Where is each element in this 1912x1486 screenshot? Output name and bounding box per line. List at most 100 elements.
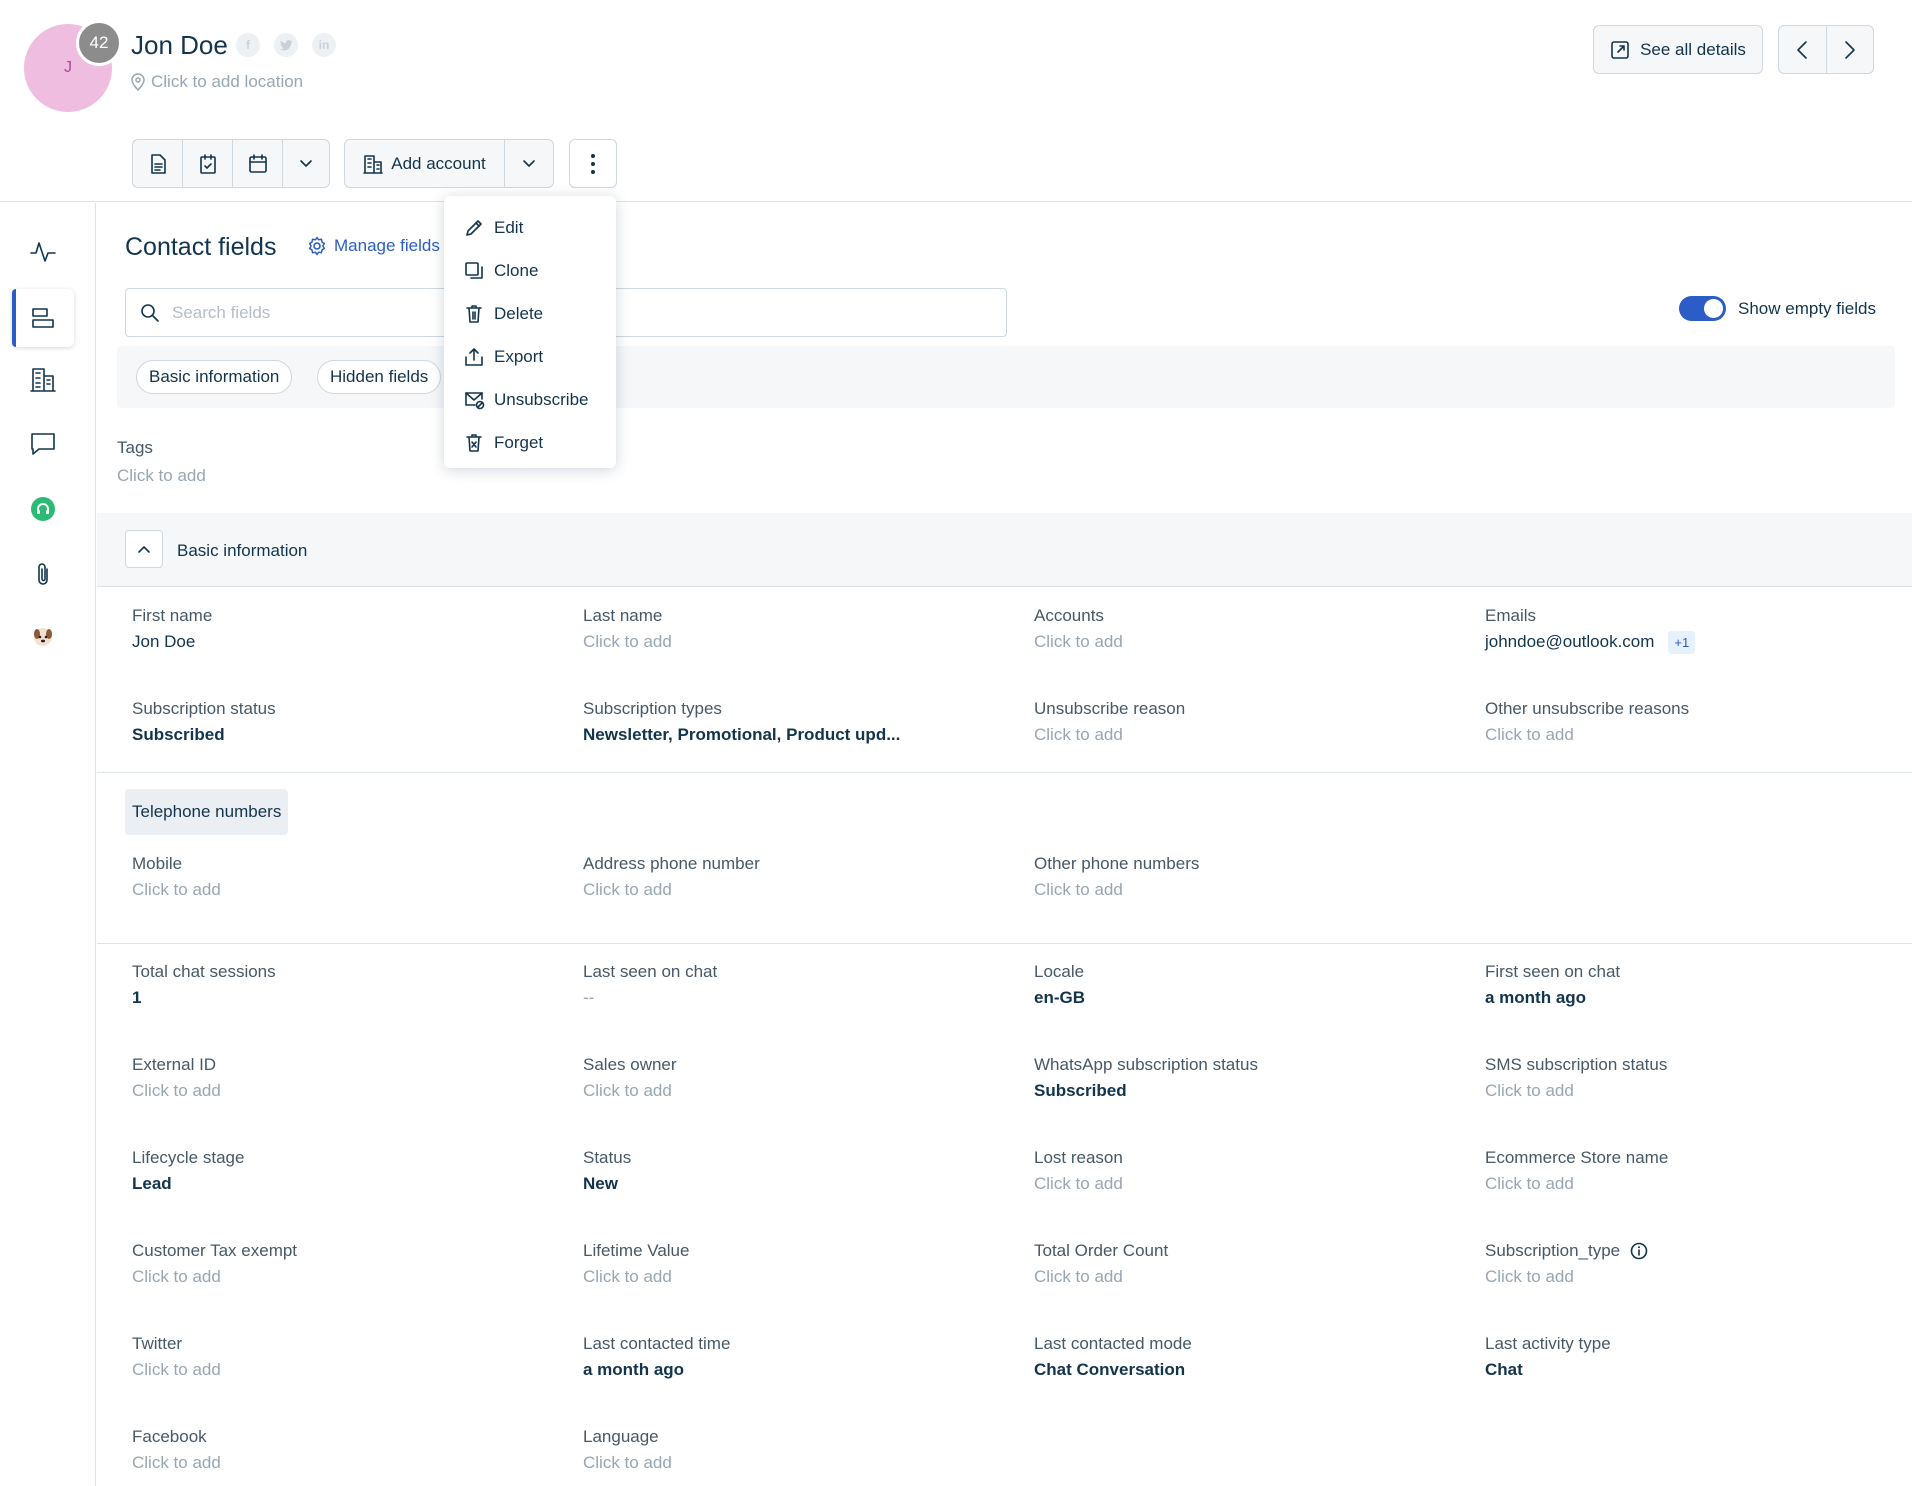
field-first-name[interactable]: First name Jon Doe [132, 605, 572, 653]
lead-score-badge[interactable]: 42 [76, 20, 122, 66]
pencil-icon [464, 218, 486, 238]
field-total-chat-sessions[interactable]: Total chat sessions 1 [132, 961, 572, 1009]
field-label: First name [132, 605, 213, 625]
field-mobile[interactable]: Mobile Click to add [132, 853, 572, 901]
more-actions-button[interactable] [569, 139, 617, 188]
field-emails[interactable]: Emails johndoe@outlook.com +1 [1485, 605, 1912, 654]
field-subscription-types[interactable]: Subscription types Newsletter, Promotion… [583, 698, 1023, 746]
field-value: a month ago [583, 1360, 685, 1379]
show-empty-fields-toggle[interactable] [1679, 296, 1726, 321]
field-customer-tax-exempt[interactable]: Customer Tax exempt Click to add [132, 1240, 572, 1288]
calendar-icon [248, 153, 268, 174]
field-value: Click to add [583, 1267, 672, 1286]
field-label: Other phone numbers [1034, 853, 1200, 873]
field-value: Lead [132, 1174, 172, 1193]
field-first-seen-on-chat[interactable]: First seen on chat a month ago [1485, 961, 1912, 1009]
field-last-contacted-time[interactable]: Last contacted time a month ago [583, 1333, 1023, 1381]
field-whatsapp-subscription-status[interactable]: WhatsApp subscription status Subscribed [1034, 1054, 1474, 1102]
field-value: en-GB [1034, 988, 1085, 1007]
contact-fields-icon[interactable] [12, 289, 74, 347]
field-accounts[interactable]: Accounts Click to add [1034, 605, 1474, 653]
add-appointment-button[interactable] [233, 140, 283, 187]
location-field[interactable]: Click to add location [131, 72, 303, 92]
menu-item-unsubscribe[interactable]: Unsubscribe [444, 378, 616, 421]
field-last-contacted-mode[interactable]: Last contacted mode Chat Conversation [1034, 1333, 1474, 1381]
manage-fields-link[interactable]: Manage fields [307, 236, 440, 256]
field-status[interactable]: Status New [583, 1147, 1023, 1195]
field-total-order-count[interactable]: Total Order Count Click to add [1034, 1240, 1474, 1288]
gear-icon [307, 236, 327, 256]
add-account-dropdown[interactable] [505, 140, 553, 187]
menu-item-edit[interactable]: Edit [444, 206, 616, 249]
conversations-icon[interactable] [12, 415, 74, 473]
menu-item-forget[interactable]: Forget [444, 421, 616, 464]
menu-item-delete[interactable]: Delete [444, 292, 616, 335]
field-last-activity-type[interactable]: Last activity type Chat [1485, 1333, 1912, 1381]
field-locale[interactable]: Locale en-GB [1034, 961, 1474, 1009]
menu-item-export[interactable]: Export [444, 335, 616, 378]
field-label: Subscription_type [1485, 1240, 1912, 1261]
field-sms-subscription-status[interactable]: SMS subscription status Click to add [1485, 1054, 1912, 1102]
manage-fields-label: Manage fields [334, 236, 440, 255]
facebook-icon[interactable]: f [236, 33, 260, 57]
chip-hidden-fields[interactable]: Hidden fields [317, 360, 442, 394]
field-last-seen-on-chat[interactable]: Last seen on chat -- [583, 961, 1023, 1009]
chevron-down-icon [299, 159, 313, 169]
contact-name[interactable]: Jon Doe [131, 30, 228, 61]
unsubscribe-icon [464, 390, 486, 410]
more-emails-badge[interactable]: +1 [1668, 630, 1696, 654]
field-ecommerce-store-name[interactable]: Ecommerce Store name Click to add [1485, 1147, 1912, 1195]
field-value: Click to add [1034, 1174, 1123, 1193]
field-value: Click to add [1485, 1174, 1574, 1193]
add-account-button[interactable]: Add account [345, 140, 505, 187]
previous-record-button[interactable] [1779, 26, 1827, 73]
field-label: Last contacted mode [1034, 1333, 1192, 1353]
menu-item-clone[interactable]: Clone [444, 249, 616, 292]
field-other-phone-numbers[interactable]: Other phone numbers Click to add [1034, 853, 1474, 901]
activity-icon[interactable] [12, 223, 74, 281]
field-value: a month ago [1485, 988, 1587, 1007]
info-icon[interactable] [1630, 1242, 1648, 1260]
see-all-details-label: See all details [1640, 39, 1746, 59]
field-value: Subscribed [1034, 1081, 1127, 1100]
section-title: Basic information [177, 541, 308, 560]
field-lost-reason[interactable]: Lost reason Click to add [1034, 1147, 1474, 1195]
see-all-details-button[interactable]: See all details [1593, 25, 1763, 74]
accounts-icon[interactable] [12, 351, 74, 409]
field-label: Twitter [132, 1333, 183, 1353]
field-subscription-type[interactable]: Subscription_type Click to add [1485, 1240, 1912, 1288]
field-unsubscribe-reason[interactable]: Unsubscribe reason Click to add [1034, 698, 1474, 746]
collapse-section-button[interactable] [125, 530, 163, 568]
location-pin-icon [131, 73, 145, 91]
next-record-button[interactable] [1827, 26, 1874, 73]
add-note-button[interactable] [133, 140, 183, 187]
tags-add[interactable]: Click to add [117, 466, 206, 486]
attachments-icon[interactable] [12, 545, 74, 603]
field-label: Total chat sessions [132, 961, 276, 981]
task-icon [199, 153, 217, 174]
field-sales-owner[interactable]: Sales owner Click to add [583, 1054, 1023, 1102]
field-facebook[interactable]: Facebook Click to add [132, 1426, 572, 1474]
field-twitter[interactable]: Twitter Click to add [132, 1333, 572, 1381]
field-label: Lifecycle stage [132, 1147, 245, 1167]
field-language[interactable]: Language Click to add [583, 1426, 1023, 1474]
field-other-unsubscribe-reasons[interactable]: Other unsubscribe reasons Click to add [1485, 698, 1912, 746]
field-label: Emails [1485, 605, 1537, 625]
twitter-icon[interactable] [274, 33, 298, 57]
avatar-initial: J [64, 59, 72, 76]
field-lifetime-value[interactable]: Lifetime Value Click to add [583, 1240, 1023, 1288]
support-icon[interactable] [12, 480, 74, 538]
export-icon [464, 347, 486, 367]
chip-basic-information[interactable]: Basic information [136, 360, 293, 394]
dog-avatar-icon[interactable] [12, 608, 74, 666]
more-quick-actions-dropdown[interactable] [283, 140, 329, 187]
record-navigation [1778, 25, 1874, 74]
linkedin-icon[interactable]: in [312, 33, 336, 57]
field-last-name[interactable]: Last name Click to add [583, 605, 1023, 653]
add-task-button[interactable] [183, 140, 233, 187]
field-lifecycle-stage[interactable]: Lifecycle stage Lead [132, 1147, 572, 1195]
more-actions-menu: Edit Clone Delete Export Unsubscribe For… [444, 196, 616, 468]
field-subscription-status[interactable]: Subscription status Subscribed [132, 698, 572, 746]
field-external-id[interactable]: External ID Click to add [132, 1054, 572, 1102]
field-address-phone-number[interactable]: Address phone number Click to add [583, 853, 1023, 901]
